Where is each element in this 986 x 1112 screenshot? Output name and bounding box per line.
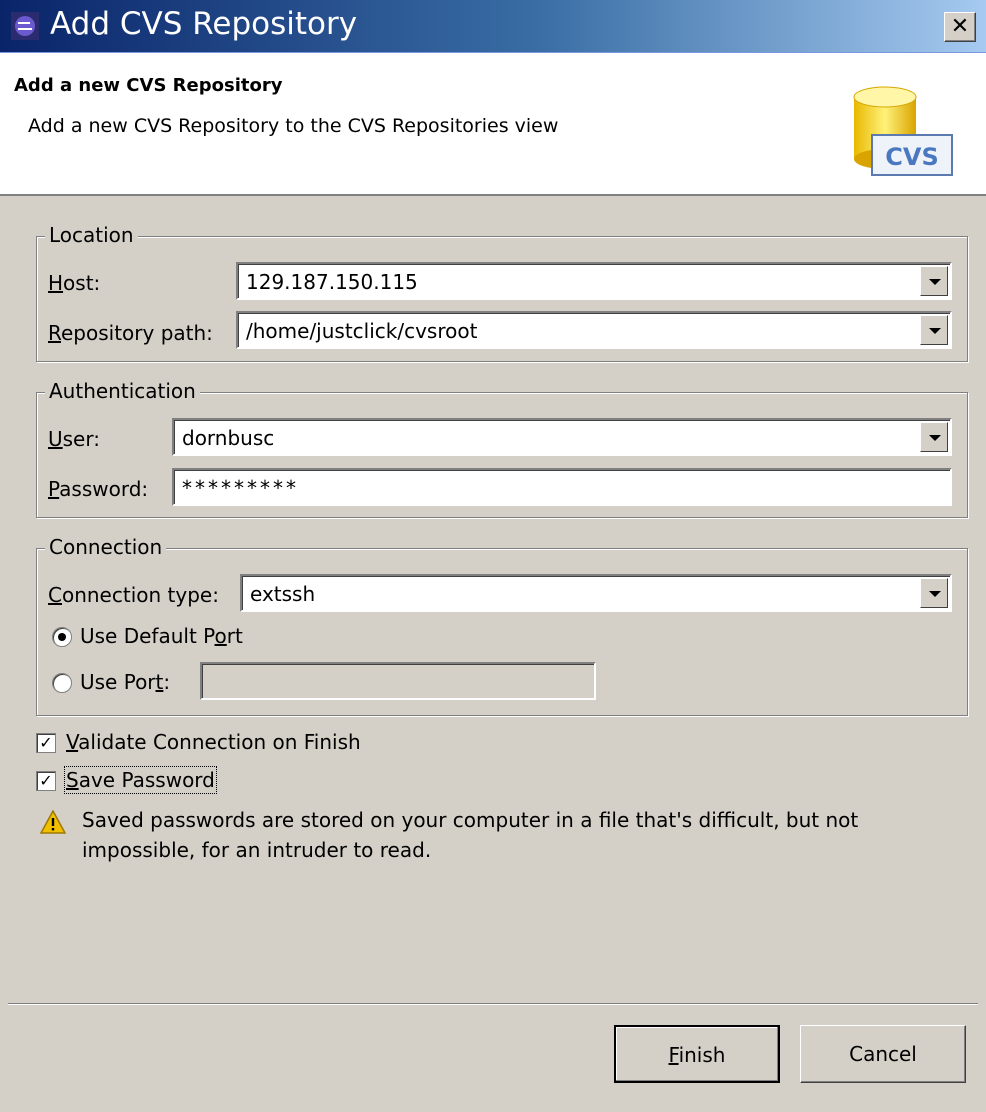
chevron-down-icon[interactable] (920, 266, 948, 296)
warning-text: Saved passwords are stored on your compu… (82, 808, 859, 862)
use-port-label[interactable]: Use Port: (80, 670, 170, 694)
header-description: Add a new CVS Repository to the CVS Repo… (28, 115, 559, 137)
password-field[interactable]: ********* (172, 468, 952, 506)
connection-legend: Connection (45, 535, 167, 559)
header-title: Add a new CVS Repository (14, 75, 283, 96)
user-label: User: (48, 427, 100, 451)
chevron-down-icon[interactable] (920, 578, 948, 608)
title-bar: Add CVS Repository ✕ (0, 0, 986, 53)
host-combo[interactable]: 129.187.150.115 (236, 262, 952, 300)
chevron-down-icon[interactable] (920, 422, 948, 452)
validate-connection-checkbox[interactable]: ✓ (36, 733, 56, 753)
connection-type-value: extssh (250, 582, 316, 606)
user-combo[interactable]: dornbusc (172, 418, 952, 456)
cancel-button[interactable]: Cancel (800, 1025, 966, 1083)
cvs-repository-icon: CVS (853, 86, 953, 176)
finish-button[interactable]: Finish (614, 1025, 780, 1083)
connection-type-combo[interactable]: extssh (240, 574, 952, 612)
host-value: 129.187.150.115 (246, 270, 418, 294)
use-port-radio[interactable] (52, 673, 72, 693)
warning-icon (40, 810, 66, 834)
close-button[interactable]: ✕ (944, 12, 976, 42)
save-password-label[interactable]: Save Password (64, 766, 217, 794)
window-title: Add CVS Repository (50, 6, 358, 42)
password-label: Password: (48, 477, 149, 501)
validate-connection-label[interactable]: Validate Connection on Finish (66, 730, 361, 754)
save-password-checkbox[interactable]: ✓ (36, 771, 56, 791)
use-default-port-label[interactable]: Use Default Port (80, 624, 243, 648)
authentication-legend: Authentication (45, 379, 200, 403)
connection-type-label: Connection type: (48, 583, 219, 607)
chevron-down-icon[interactable] (920, 315, 948, 345)
svg-text:CVS: CVS (885, 143, 938, 171)
repository-path-label: Repository path: (48, 321, 213, 345)
location-legend: Location (45, 223, 138, 247)
wizard-header: Add a new CVS Repository Add a new CVS R… (0, 53, 986, 196)
repository-path-combo[interactable]: /home/justclick/cvsroot (236, 311, 952, 349)
host-label: Host: (48, 271, 101, 295)
button-bar-separator (8, 1003, 978, 1005)
close-icon: ✕ (950, 14, 970, 39)
repository-path-value: /home/justclick/cvsroot (246, 319, 478, 343)
password-value: ********* (182, 476, 299, 500)
app-icon (11, 12, 39, 40)
port-field[interactable] (200, 662, 596, 700)
use-default-port-radio[interactable] (52, 627, 72, 647)
user-value: dornbusc (182, 426, 275, 450)
